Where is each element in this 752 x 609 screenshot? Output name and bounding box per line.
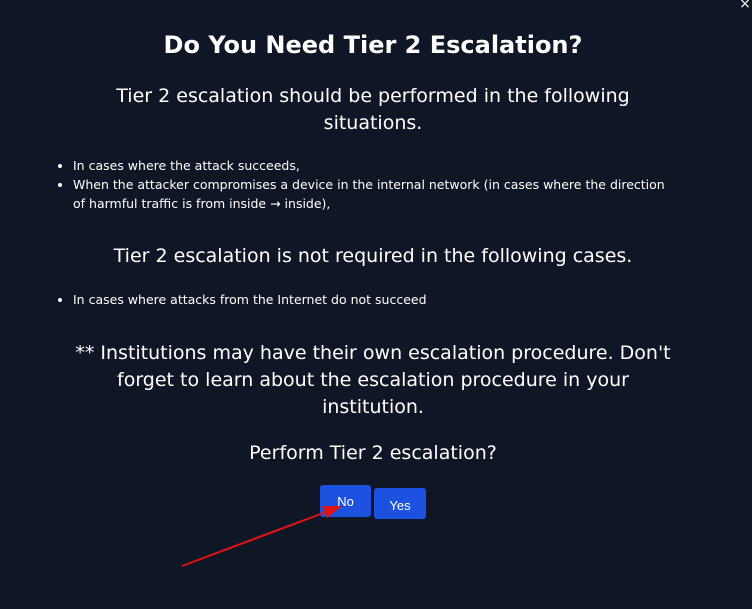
list-item: In cases where attacks from the Internet… bbox=[73, 290, 673, 309]
escalation-intro: Tier 2 escalation should be performed in… bbox=[116, 85, 630, 134]
yes-button[interactable]: Yes bbox=[374, 488, 426, 519]
close-icon[interactable]: × bbox=[738, 0, 752, 12]
procedure-note: ** Institutions may have their own escal… bbox=[75, 342, 671, 418]
list-item: When the attacker compromises a device i… bbox=[73, 175, 673, 213]
dialog-title: Do You Need Tier 2 Escalation? bbox=[163, 31, 583, 59]
escalation-question: Perform Tier 2 escalation? bbox=[249, 442, 497, 464]
escalation-case-list: In cases where the attack succeeds, When… bbox=[54, 156, 673, 213]
no-escalation-intro: Tier 2 escalation is not required in the… bbox=[113, 245, 633, 267]
no-button[interactable]: No bbox=[320, 485, 371, 517]
no-escalation-case-list: In cases where attacks from the Internet… bbox=[54, 290, 673, 309]
list-item: In cases where the attack succeeds, bbox=[73, 156, 673, 175]
